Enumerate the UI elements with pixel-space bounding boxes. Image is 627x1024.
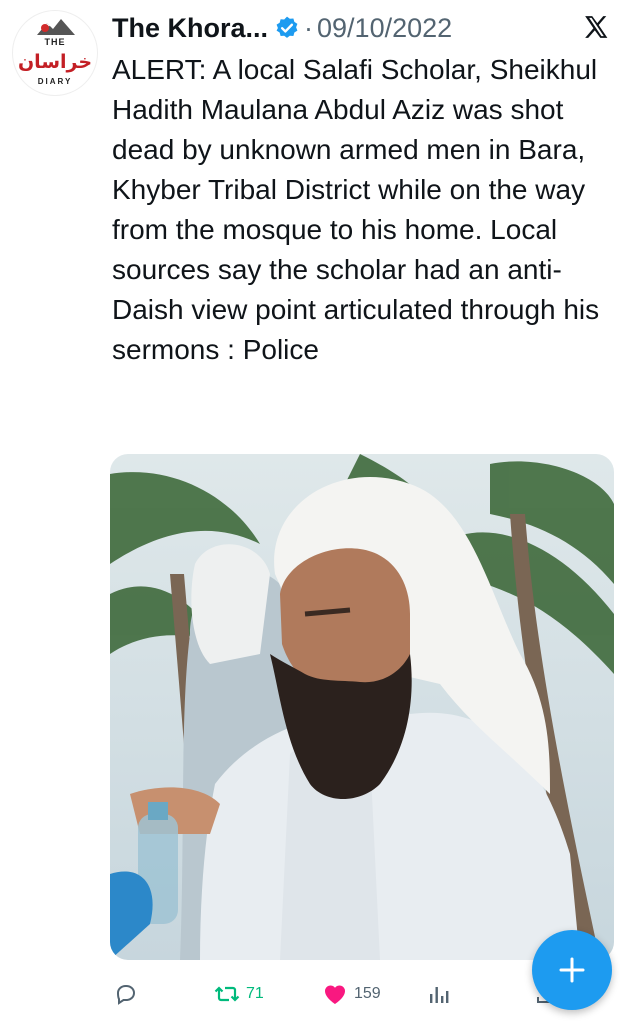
like-button[interactable]: 159 (322, 982, 381, 1006)
header-separator: · (304, 12, 314, 43)
logo-text-diary: DIARY (37, 77, 73, 86)
tweet-text: ALERT: A local Salafi Scholar, Sheikhul … (112, 54, 607, 365)
author-avatar[interactable]: THE خراسان DIARY (12, 10, 98, 96)
tweet-header: The Khora... · 09/10/2022 (112, 8, 452, 48)
views-button[interactable] (428, 982, 450, 1006)
photo-scholar (110, 454, 614, 960)
x-logo-icon[interactable] (583, 14, 609, 40)
tweet-date[interactable]: 09/10/2022 (317, 13, 452, 44)
tweet-image[interactable] (110, 454, 614, 960)
reply-button[interactable] (114, 982, 138, 1006)
retweet-count: 71 (246, 985, 264, 1002)
mountain-logo-icon (37, 19, 75, 35)
author-name[interactable]: The Khora... (112, 13, 268, 44)
retweet-button[interactable]: 71 (214, 982, 264, 1006)
retweet-icon (214, 986, 240, 1002)
logo-text-urdu: خراسان (17, 52, 93, 73)
logo-text-the: THE (44, 37, 66, 47)
views-icon (430, 987, 449, 1003)
compose-button[interactable] (532, 930, 612, 1010)
heart-icon (324, 985, 346, 1004)
like-count: 159 (354, 985, 381, 1002)
verified-badge-icon (276, 16, 298, 38)
reply-icon (116, 985, 136, 1005)
plus-icon (559, 957, 585, 983)
